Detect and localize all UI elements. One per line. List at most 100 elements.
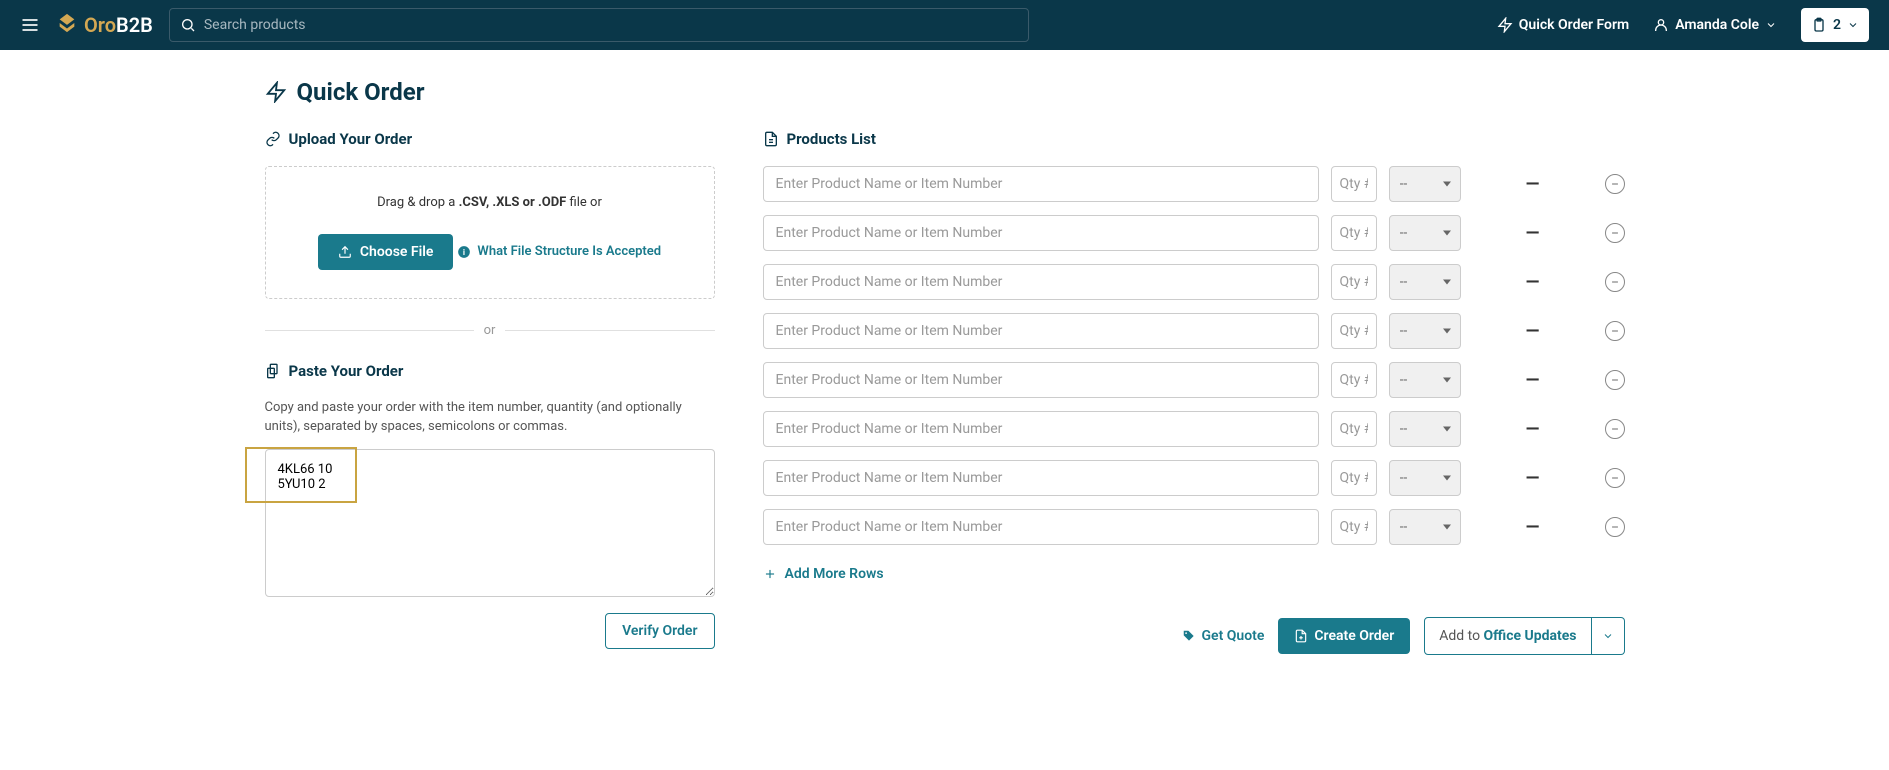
- plus-icon: [763, 567, 777, 581]
- remove-row-button[interactable]: [1605, 370, 1625, 390]
- remove-row-button[interactable]: [1605, 223, 1625, 243]
- logo-text-pre: Oro: [84, 13, 116, 37]
- qty-input[interactable]: [1331, 313, 1377, 349]
- remove-row-button[interactable]: [1605, 272, 1625, 292]
- product-row: -- —: [763, 215, 1625, 251]
- qty-input[interactable]: [1331, 411, 1377, 447]
- choose-file-button[interactable]: Choose File: [318, 234, 454, 270]
- user-icon: [1653, 17, 1669, 33]
- minus-icon: [1610, 375, 1620, 385]
- info-icon: i: [457, 245, 471, 259]
- qty-input[interactable]: [1331, 264, 1377, 300]
- price-display: —: [1473, 321, 1593, 342]
- add-to-pre: Add to: [1439, 628, 1483, 644]
- or-divider: or: [265, 323, 715, 338]
- verify-order-button[interactable]: Verify Order: [605, 613, 714, 649]
- paste-description: Copy and paste your order with the item …: [265, 398, 715, 437]
- search-box[interactable]: [169, 8, 1029, 42]
- upload-icon: [338, 245, 352, 259]
- product-name-input[interactable]: [763, 313, 1319, 349]
- unit-select[interactable]: --: [1389, 166, 1461, 202]
- file-structure-link[interactable]: i What File Structure Is Accepted: [457, 244, 661, 259]
- remove-row-button[interactable]: [1605, 321, 1625, 341]
- price-display: —: [1473, 223, 1593, 244]
- unit-select[interactable]: --: [1389, 362, 1461, 398]
- unit-select[interactable]: --: [1389, 215, 1461, 251]
- qty-input[interactable]: [1331, 215, 1377, 251]
- get-quote-link[interactable]: Get Quote: [1182, 628, 1265, 644]
- product-row: -- —: [763, 509, 1625, 545]
- qty-input[interactable]: [1331, 509, 1377, 545]
- create-order-button[interactable]: Create Order: [1278, 618, 1410, 654]
- qty-input[interactable]: [1331, 362, 1377, 398]
- remove-row-button[interactable]: [1605, 468, 1625, 488]
- chevron-down-icon: [1602, 630, 1614, 642]
- choose-file-label: Choose File: [360, 244, 434, 260]
- top-nav: OroB2B Quick Order Form Amanda Cole 2: [0, 0, 1889, 50]
- unit-select[interactable]: --: [1389, 509, 1461, 545]
- svg-text:i: i: [463, 246, 465, 256]
- upload-dropzone[interactable]: Drag & drop a .CSV, .XLS or .ODF file or…: [265, 166, 715, 299]
- lightning-icon: [1497, 17, 1513, 33]
- product-row: --—: [763, 166, 1625, 202]
- cart-button[interactable]: 2: [1801, 8, 1869, 42]
- logo-text-suf: B2B: [116, 13, 153, 37]
- unit-select[interactable]: --: [1389, 411, 1461, 447]
- product-row: -- —: [763, 411, 1625, 447]
- product-name-input[interactable]: [763, 166, 1319, 202]
- paste-textarea[interactable]: [265, 449, 715, 597]
- upload-section-head: Upload Your Order: [265, 130, 715, 148]
- minus-icon: [1610, 277, 1620, 287]
- product-name-input[interactable]: [763, 509, 1319, 545]
- doc-plus-icon: [1294, 629, 1308, 643]
- add-more-rows-link[interactable]: Add More Rows: [763, 566, 884, 582]
- add-to-button[interactable]: Add to Office Updates: [1424, 617, 1591, 655]
- link-icon: [265, 131, 281, 147]
- page-title: Quick Order: [297, 78, 425, 106]
- quick-order-form-label: Quick Order Form: [1519, 17, 1629, 33]
- upload-instruction: Drag & drop a .CSV, .XLS or .ODF file or: [286, 195, 694, 210]
- file-structure-label: What File Structure Is Accepted: [477, 244, 661, 259]
- remove-row-button[interactable]: [1605, 174, 1625, 194]
- remove-row-button[interactable]: [1605, 419, 1625, 439]
- product-row: -- —: [763, 264, 1625, 300]
- price-display: —: [1473, 370, 1593, 391]
- price-display: —: [1473, 517, 1593, 538]
- product-name-input[interactable]: [763, 264, 1319, 300]
- qty-input[interactable]: [1331, 460, 1377, 496]
- lightning-icon: [265, 81, 287, 103]
- minus-icon: [1610, 473, 1620, 483]
- document-icon: [763, 131, 779, 147]
- create-order-label: Create Order: [1314, 628, 1394, 644]
- search-input[interactable]: [204, 17, 1018, 33]
- quick-order-form-link[interactable]: Quick Order Form: [1497, 17, 1629, 33]
- product-name-input[interactable]: [763, 362, 1319, 398]
- user-menu[interactable]: Amanda Cole: [1653, 17, 1777, 33]
- product-name-input[interactable]: [763, 215, 1319, 251]
- product-row: -- —: [763, 362, 1625, 398]
- minus-icon: [1610, 179, 1620, 189]
- paste-icon: [265, 363, 281, 379]
- unit-select[interactable]: --: [1389, 460, 1461, 496]
- products-section-title: Products List: [787, 130, 876, 148]
- product-name-input[interactable]: [763, 460, 1319, 496]
- price-display: —: [1473, 272, 1593, 293]
- price-display: —: [1473, 419, 1593, 440]
- logo[interactable]: OroB2B: [56, 12, 153, 39]
- chevron-down-icon: [1847, 19, 1859, 31]
- remove-row-button[interactable]: [1605, 517, 1625, 537]
- products-section-head: Products List: [763, 130, 1625, 148]
- qty-input[interactable]: [1331, 166, 1377, 202]
- add-to-bold: Office Updates: [1484, 628, 1577, 644]
- unit-select[interactable]: --: [1389, 313, 1461, 349]
- get-quote-label: Get Quote: [1202, 628, 1265, 644]
- menu-icon[interactable]: [20, 15, 40, 35]
- add-more-label: Add More Rows: [785, 566, 884, 582]
- unit-select[interactable]: --: [1389, 264, 1461, 300]
- add-to-chevron-button[interactable]: [1592, 617, 1625, 655]
- product-row: --—: [763, 460, 1625, 496]
- clipboard-icon: [1811, 17, 1827, 33]
- product-name-input[interactable]: [763, 411, 1319, 447]
- chevron-down-icon: [1765, 19, 1777, 31]
- minus-icon: [1610, 326, 1620, 336]
